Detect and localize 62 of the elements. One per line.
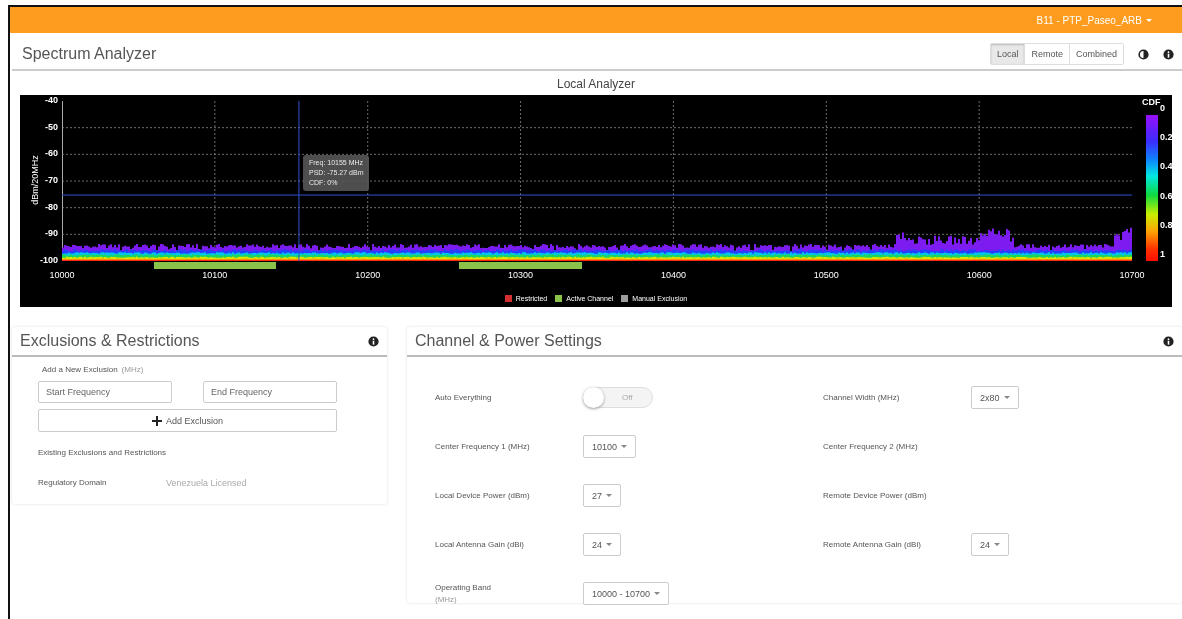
caret-icon bbox=[621, 445, 628, 448]
panel-title: Channel & Power Settings bbox=[415, 332, 603, 350]
x-tick-label: 10100 bbox=[201, 270, 229, 280]
setting-label: Operating Band bbox=[435, 583, 493, 592]
x-tick-label: 10600 bbox=[965, 270, 993, 280]
x-tick-label: 10300 bbox=[507, 270, 535, 280]
colorbar-tick-label: 0.6 bbox=[1160, 190, 1173, 201]
caret-icon bbox=[1003, 396, 1010, 399]
caret-icon bbox=[1146, 18, 1152, 22]
colorbar-tick-label: 0.8 bbox=[1160, 219, 1173, 230]
setting-label: Channel Width (MHz) bbox=[823, 393, 901, 402]
section-heading: Existing Exclusions and Restrictions bbox=[38, 448, 168, 457]
setting-label: Center Frequency 2 (MHz) bbox=[823, 442, 919, 451]
dropdown[interactable]: 2x80 bbox=[971, 386, 1019, 409]
view-tab[interactable]: Combined bbox=[1068, 44, 1123, 64]
dropdown[interactable]: 27 bbox=[583, 484, 621, 507]
caret-icon bbox=[994, 543, 1000, 546]
info-icon[interactable] bbox=[1163, 335, 1174, 347]
view-tab[interactable]: Local bbox=[990, 44, 1025, 64]
x-tick-label: 10400 bbox=[659, 270, 687, 280]
unit-label: (MHz) bbox=[435, 595, 458, 604]
setting-label: Local Antenna Gain (dBi) bbox=[435, 540, 525, 549]
setting-label: Remote Antenna Gain (dBi) bbox=[823, 540, 922, 549]
add-exclusion-button[interactable]: Add Exclusion bbox=[38, 409, 337, 432]
colorbar-tick-label: 0.4 bbox=[1160, 161, 1173, 172]
x-tick-label: 10000 bbox=[48, 270, 76, 280]
panel-title: Exclusions & Restrictions bbox=[20, 332, 201, 350]
setting-label: Remote Device Power (dBm) bbox=[823, 491, 928, 500]
x-tick-label: 10700 bbox=[1118, 270, 1146, 280]
caret-icon bbox=[606, 494, 612, 497]
info-icon[interactable] bbox=[368, 335, 379, 347]
add-exclusion-label: Add a New Exclusion bbox=[42, 365, 118, 374]
start-frequency-field[interactable]: Start Frequency bbox=[38, 381, 172, 403]
colorbar-title: CDF bbox=[1142, 97, 1161, 107]
y-tick-label: -90 bbox=[44, 228, 58, 239]
caret-icon bbox=[606, 543, 612, 546]
colorbar-tick-label: 0 bbox=[1160, 103, 1165, 113]
setting-label: Local Device Power (dBm) bbox=[435, 491, 531, 500]
dropdown[interactable]: 24 bbox=[971, 533, 1009, 556]
setting-label: Auto Everything bbox=[435, 393, 493, 402]
caret-icon bbox=[654, 592, 661, 595]
y-tick-label: -100 bbox=[39, 255, 58, 265]
end-frequency-field[interactable]: End Frequency bbox=[203, 381, 337, 403]
page-title: Spectrum Analyzer bbox=[22, 45, 158, 63]
dropdown[interactable]: 10100 bbox=[583, 435, 637, 458]
colorbar-tick-label: 1 bbox=[1160, 249, 1165, 259]
x-tick-label: 10200 bbox=[354, 270, 382, 280]
unit-label: (MHz) bbox=[121, 365, 144, 374]
y-axis-label: dBm/20MHz bbox=[30, 154, 40, 207]
y-tick-label: -40 bbox=[44, 95, 58, 105]
dropdown[interactable]: 24 bbox=[583, 533, 621, 556]
y-tick-label: -50 bbox=[44, 121, 58, 132]
info-icon[interactable] bbox=[1163, 48, 1174, 60]
colorbar-tick-label: 0.2 bbox=[1160, 132, 1173, 143]
setting-label: Center Frequency 1 (MHz) bbox=[435, 442, 531, 451]
x-tick-label: 10500 bbox=[812, 270, 840, 280]
field-value: Venezuela Licensed bbox=[166, 478, 247, 488]
field-label: Regulatory Domain bbox=[38, 478, 108, 488]
analyzer-title: Local Analyzer bbox=[555, 77, 636, 91]
plus-icon bbox=[151, 415, 162, 426]
dropdown[interactable]: 10000 - 10700 bbox=[583, 582, 670, 605]
contrast-icon[interactable] bbox=[1138, 48, 1149, 60]
